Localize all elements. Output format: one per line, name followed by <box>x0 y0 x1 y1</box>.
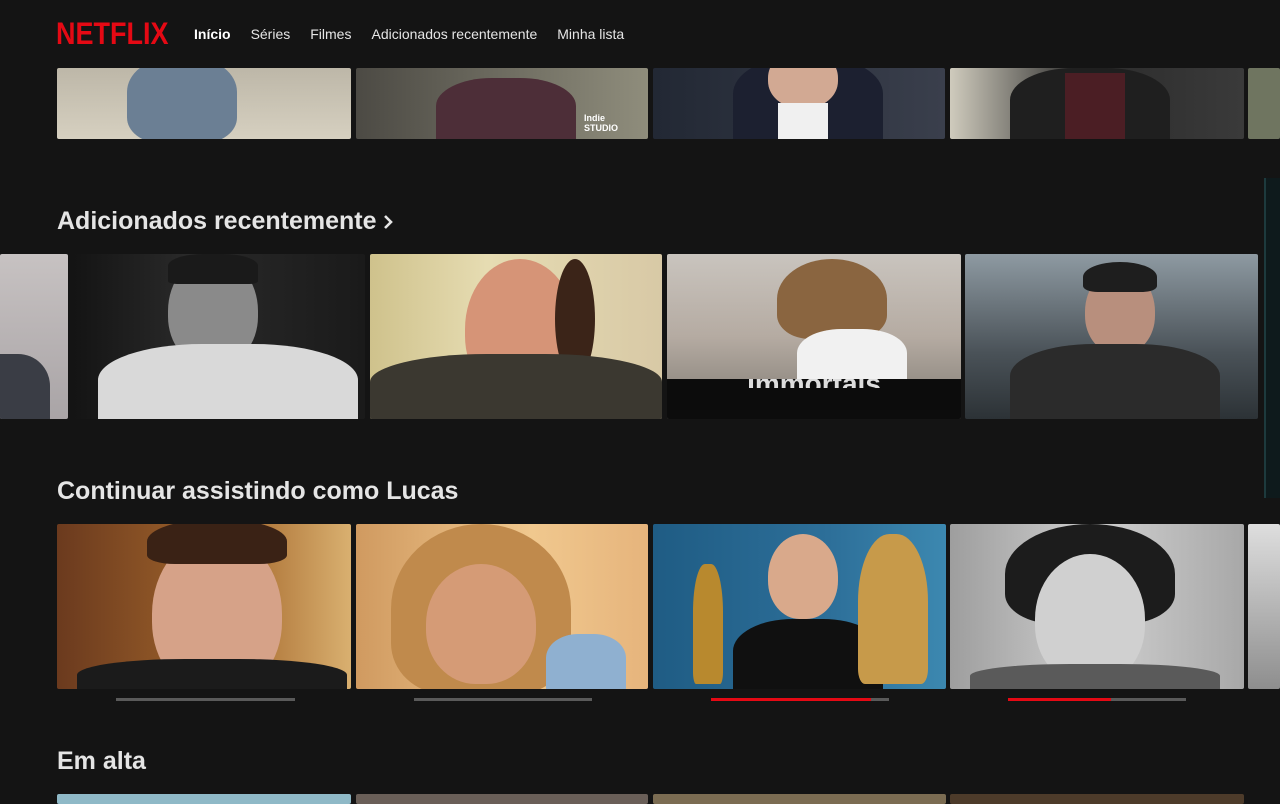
title-card[interactable] <box>57 524 351 689</box>
thumbnail-image <box>436 78 576 139</box>
main-nav: Início Séries Filmes Adicionados recente… <box>194 26 624 42</box>
row-title-trending: Em alta <box>57 749 146 774</box>
thumbnail-face <box>768 534 838 619</box>
title-card[interactable] <box>950 68 1244 139</box>
nav-item-series[interactable]: Séries <box>251 26 291 42</box>
nav-item-filmes[interactable]: Filmes <box>310 26 351 42</box>
row-title-text: Continuar assistindo como Lucas <box>57 477 459 505</box>
row-title-recently-added[interactable]: Adicionados recentemente <box>57 209 393 234</box>
progress-bar <box>116 698 295 701</box>
progress-bar <box>1008 698 1186 701</box>
thumbnail-shirt <box>1065 73 1125 139</box>
thumbnail-image <box>1010 344 1220 419</box>
oscar-statue-large <box>858 534 928 684</box>
thumbnail-image <box>546 634 626 689</box>
title-card[interactable] <box>950 524 1244 689</box>
row-title-text: Em alta <box>57 747 146 775</box>
title-card[interactable]: Immortals <box>667 254 961 419</box>
preview-panel-edge[interactable] <box>1264 178 1280 498</box>
netflix-logo[interactable]: NETFLIX <box>56 17 169 50</box>
title-card[interactable] <box>57 68 351 139</box>
title-card[interactable] <box>370 254 662 419</box>
nav-item-adicionados-recentemente[interactable]: Adicionados recentemente <box>371 26 537 42</box>
thumbnail-hair <box>147 524 287 564</box>
thumbnail-image <box>970 664 1220 689</box>
title-card[interactable] <box>73 254 365 419</box>
progress-fill <box>711 698 872 701</box>
title-card[interactable]: Indie STUDIO <box>356 68 648 139</box>
title-card[interactable] <box>653 794 946 804</box>
title-card-peek[interactable] <box>0 254 68 419</box>
thumbnail-image <box>370 354 662 419</box>
title-card[interactable] <box>653 524 946 689</box>
row-title-text: Adicionados recentemente <box>57 207 377 235</box>
oscar-statuette <box>693 564 723 684</box>
nav-item-minha-lista[interactable]: Minha lista <box>557 26 624 42</box>
thumbnail-face <box>426 564 536 684</box>
title-card-peek[interactable] <box>1248 68 1280 139</box>
title-card[interactable] <box>653 68 945 139</box>
thumbnail-image <box>98 344 358 419</box>
title-card[interactable] <box>356 524 648 689</box>
studio-watermark: Indie STUDIO <box>584 113 619 133</box>
title-card-peek[interactable] <box>1248 524 1280 689</box>
chevron-right-icon[interactable] <box>383 214 393 229</box>
thumbnail-image <box>77 659 347 689</box>
title-card[interactable] <box>965 254 1258 419</box>
row-title-continue-watching: Continuar assistindo como Lucas <box>57 479 458 504</box>
thumbnail-image <box>127 68 237 139</box>
title-card[interactable] <box>57 794 351 804</box>
progress-bar <box>711 698 889 701</box>
thumbnail-hair <box>777 259 887 339</box>
shirt-collar <box>778 103 828 139</box>
title-card[interactable] <box>950 794 1244 804</box>
top-header: NETFLIX Início Séries Filmes Adicionados… <box>0 0 1280 68</box>
progress-bar <box>414 698 592 701</box>
thumbnail-hair <box>1083 262 1157 292</box>
title-card[interactable] <box>356 794 648 804</box>
thumbnail-image <box>0 354 50 419</box>
progress-fill <box>1008 698 1112 701</box>
nav-item-inicio[interactable]: Início <box>194 26 231 42</box>
thumbnail-hair <box>168 254 258 284</box>
